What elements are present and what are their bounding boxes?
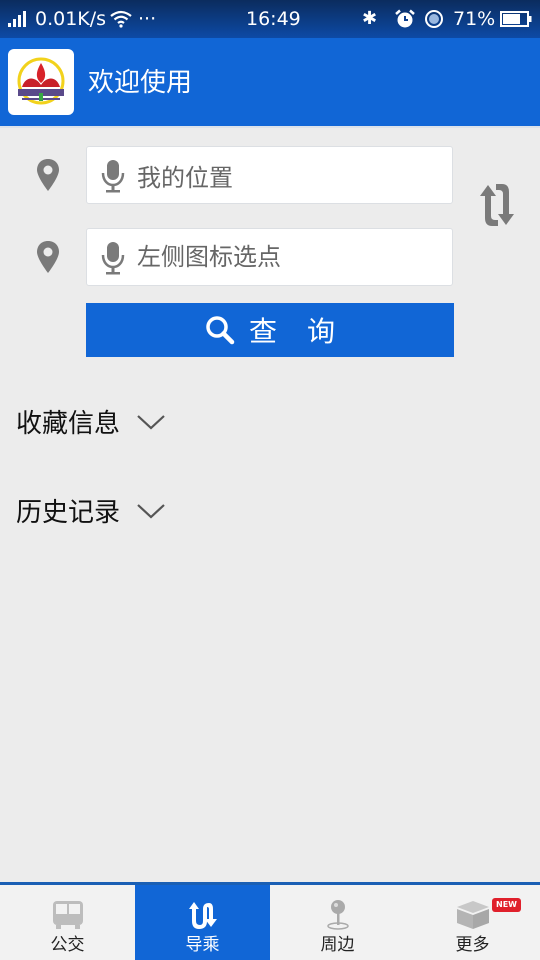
app-bar: 欢迎使用: [0, 38, 540, 128]
signal-icon: [8, 11, 30, 27]
destination-field[interactable]: [86, 228, 453, 286]
microphone-icon[interactable]: [101, 159, 125, 193]
clock: 16:49: [246, 8, 301, 30]
origin-pin-icon[interactable]: [36, 158, 60, 192]
tab-label: 周边: [320, 935, 355, 955]
bluetooth-icon: ✱: [362, 8, 378, 29]
tab-route-guide[interactable]: 导乘: [135, 885, 270, 960]
tab-label: 更多: [455, 935, 490, 955]
route-icon: [188, 902, 217, 929]
app-title: 欢迎使用: [88, 68, 193, 98]
origin-field[interactable]: [86, 146, 453, 204]
microphone-icon[interactable]: [101, 241, 125, 275]
tab-bus[interactable]: 公交: [0, 885, 135, 960]
tab-label: 公交: [50, 935, 85, 955]
box-icon: [456, 901, 489, 929]
favorites-label: 收藏信息: [16, 409, 121, 439]
battery-percent: 71%: [453, 8, 496, 30]
history-section-toggle[interactable]: 历史记录: [16, 492, 166, 529]
battery-icon: [500, 11, 532, 27]
status-bar: 0.01K/s ··· 16:49 ✱ 71%: [0, 0, 540, 38]
network-speed: 0.01K/s: [35, 8, 107, 30]
swap-icon[interactable]: [476, 182, 518, 228]
favorites-section-toggle[interactable]: 收藏信息: [16, 403, 166, 440]
map-pin-icon: [326, 900, 349, 930]
new-badge: NEW: [492, 898, 521, 912]
tab-nearby[interactable]: 周边: [270, 885, 405, 960]
location-status-icon: [425, 10, 443, 28]
bus-icon: [52, 901, 83, 929]
search-label: 查询: [248, 316, 365, 347]
search-button[interactable]: 查询: [86, 303, 454, 357]
chevron-down-icon: [137, 414, 165, 429]
alarm-icon: [395, 9, 415, 28]
tab-label: 导乘: [185, 935, 220, 955]
chevron-down-icon: [137, 503, 165, 518]
origin-input[interactable]: [137, 147, 442, 203]
search-icon: [206, 316, 235, 345]
destination-pin-icon[interactable]: [36, 240, 60, 274]
bottom-tab-bar: 公交 导乘 周边 更多: [0, 882, 540, 960]
destination-input[interactable]: [137, 229, 442, 285]
wifi-icon: [110, 10, 132, 28]
more-notifications: ···: [138, 8, 157, 30]
app-logo: [8, 49, 74, 115]
history-label: 历史记录: [16, 498, 121, 528]
tab-more[interactable]: 更多: [405, 885, 540, 960]
